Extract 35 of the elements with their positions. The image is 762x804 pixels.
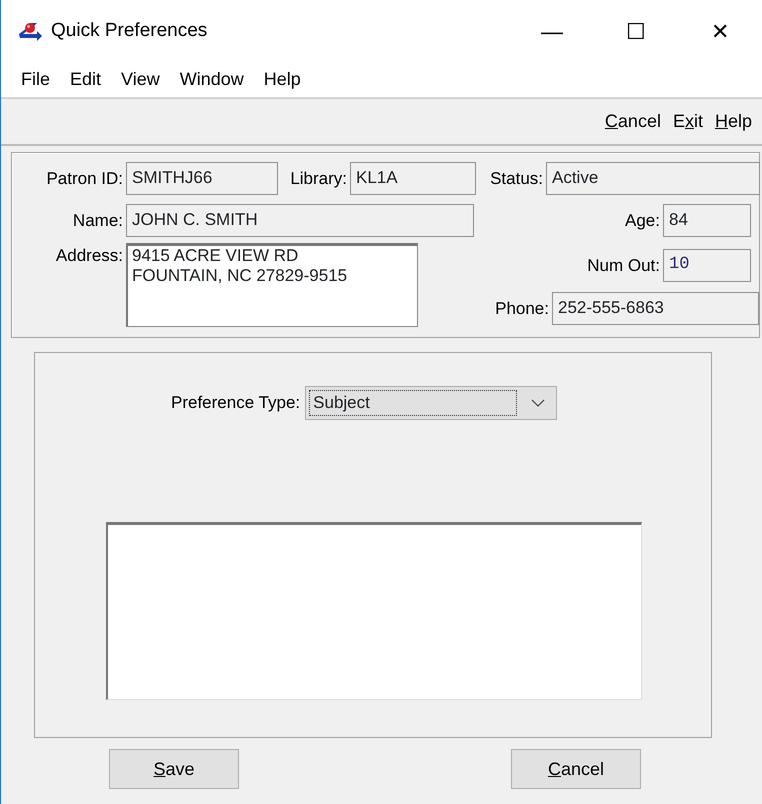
minimize-button[interactable]: — — [510, 0, 594, 62]
save-button[interactable]: Save — [109, 749, 239, 789]
num-out-label: Num Out: — [586, 254, 661, 277]
toolbar-link[interactable]: Cancel — [598, 108, 667, 135]
patron-id-field[interactable]: SMITHJ66 — [126, 162, 278, 195]
phone-label: Phone: — [494, 298, 550, 320]
menu-item[interactable]: Window — [172, 64, 252, 95]
age-field[interactable]: 84 — [663, 204, 751, 237]
toolbar-link[interactable]: Exit — [666, 108, 709, 135]
library-label: Library: — [289, 168, 348, 190]
menu-item[interactable]: Help — [256, 64, 309, 95]
preferences-list[interactable] — [106, 522, 642, 700]
toolbar-link[interactable]: Help — [708, 108, 758, 135]
name-label: Name: — [72, 210, 124, 232]
num-out-field[interactable]: 10 — [663, 249, 751, 282]
close-button[interactable]: ✕ — [678, 0, 762, 62]
library-field[interactable]: KL1A — [350, 162, 476, 195]
cancel-button[interactable]: Cancel — [511, 749, 641, 789]
app-icon — [17, 20, 43, 42]
window-title: Quick Preferences — [51, 18, 208, 43]
preference-type-dropdown[interactable]: Subject — [305, 386, 558, 420]
preference-type-label: Preference Type: — [171, 392, 302, 414]
name-field[interactable]: JOHN C. SMITH — [126, 204, 474, 237]
status-label: Status: — [489, 168, 544, 190]
maximize-button[interactable]: ☐ — [594, 0, 678, 62]
menu-item[interactable]: Edit — [62, 64, 110, 95]
chevron-down-icon — [531, 399, 546, 407]
status-field[interactable]: Active — [546, 162, 760, 195]
menu-item[interactable]: View — [113, 64, 168, 95]
menu-item[interactable]: File — [13, 64, 58, 95]
phone-field[interactable]: 252-555-6863 — [552, 292, 759, 325]
address-field[interactable]: 9415 ACRE VIEW RD FOUNTAIN, NC 27829-9515 — [126, 243, 418, 327]
patron-id-label: Patron ID: — [45, 168, 124, 190]
address-label: Address: — [54, 245, 124, 267]
age-label: Age: — [624, 210, 661, 232]
